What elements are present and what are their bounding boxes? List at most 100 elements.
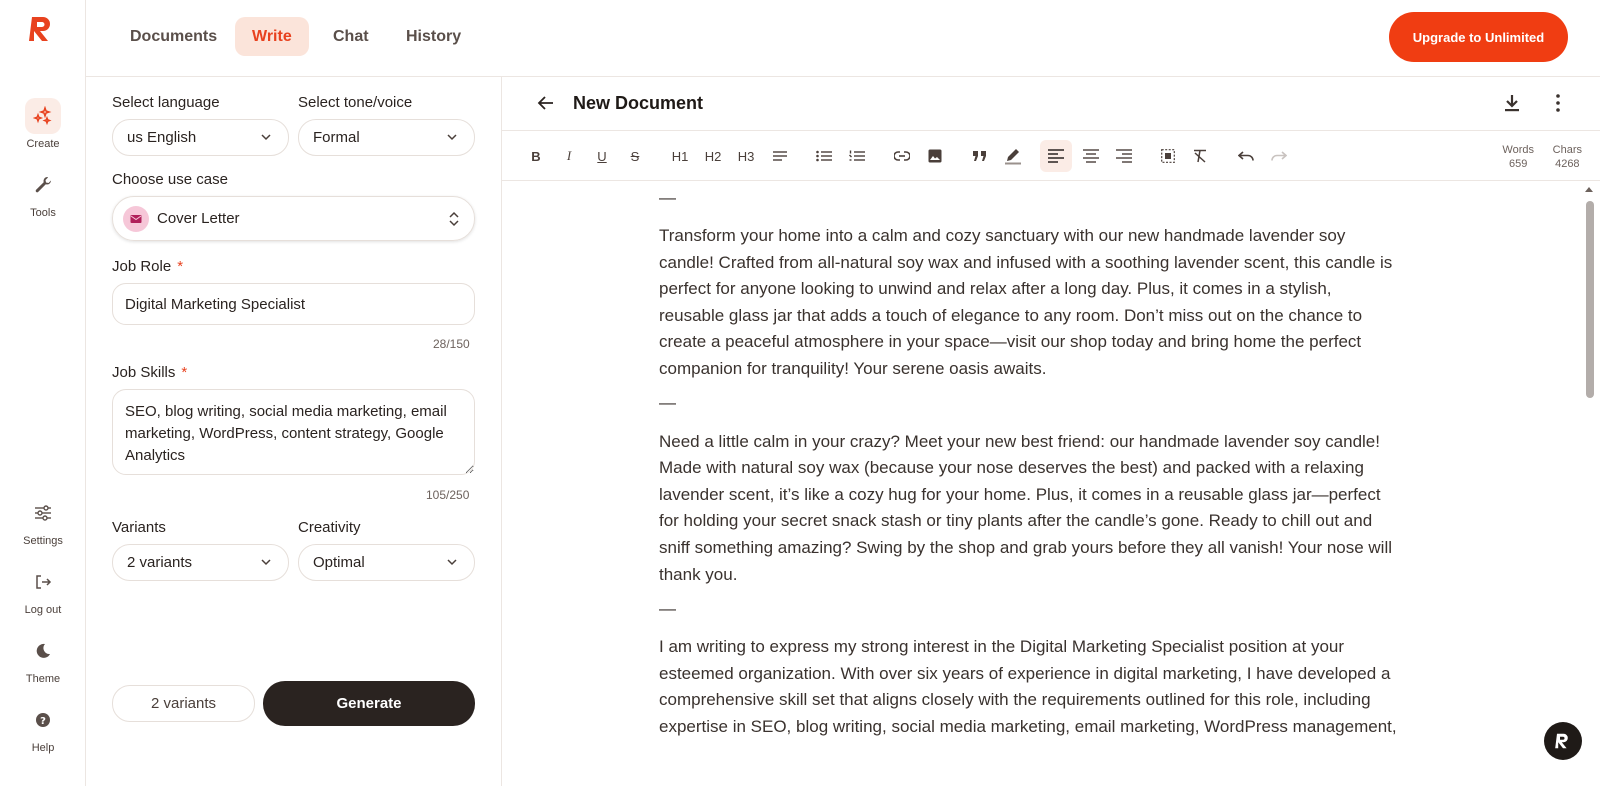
document-title: New Document — [573, 93, 704, 113]
envelope-icon — [123, 205, 149, 232]
language-label: Select language — [112, 94, 220, 111]
job-skills-label-text: Job Skills — [112, 364, 176, 381]
words-count: Words 659 — [1502, 143, 1534, 171]
bullet-list-icon[interactable] — [810, 142, 838, 170]
rail-label-logout: Log out — [24, 604, 62, 616]
tab-history[interactable]: History — [389, 17, 478, 56]
variants-count-pill[interactable]: 2 variants — [112, 685, 255, 722]
chevron-down-icon — [447, 559, 457, 566]
job-skills-label: Job Skills * — [112, 364, 187, 381]
usecase-label: Choose use case — [112, 171, 228, 188]
job-skills-textarea[interactable]: SEO, blog writing, social media marketin… — [112, 389, 475, 475]
numbered-list-icon[interactable] — [843, 142, 871, 170]
rail-label-theme: Theme — [25, 673, 61, 685]
separator: — — [659, 187, 676, 207]
link-icon[interactable] — [888, 142, 916, 170]
rail-label-create: Create — [26, 138, 60, 150]
help-icon: ? — [25, 702, 61, 738]
tab-documents[interactable]: Documents — [113, 17, 234, 56]
document-body[interactable]: — Transform your home into a calm and co… — [659, 181, 1399, 786]
rail-label-tools: Tools — [30, 207, 56, 219]
tone-label: Select tone/voice — [298, 94, 413, 111]
top-bar: Documents Write Chat History Upgrade to … — [86, 0, 1600, 77]
rail-item-theme[interactable]: Theme — [0, 633, 86, 685]
wrench-icon — [25, 167, 61, 203]
language-value: us English — [127, 129, 197, 146]
sliders-icon — [25, 495, 61, 531]
variants-label: Variants — [112, 519, 166, 536]
italic-button[interactable]: I — [555, 142, 583, 170]
sparkle-icon — [25, 98, 61, 134]
usecase-value: Cover Letter — [157, 210, 240, 227]
tone-select[interactable]: Formal — [298, 119, 475, 156]
redo-icon[interactable] — [1265, 142, 1293, 170]
clear-format-icon[interactable] — [1187, 142, 1215, 170]
chars-label: Chars — [1552, 144, 1582, 156]
creativity-select[interactable]: Optimal — [298, 544, 475, 581]
variants-select[interactable]: 2 variants — [112, 544, 289, 581]
generate-button[interactable]: Generate — [263, 681, 475, 726]
rail-label-help: Help — [31, 742, 55, 754]
job-role-label-text: Job Role — [112, 258, 172, 275]
paragraph: Need a little calm in your crazy? Meet y… — [659, 431, 1393, 584]
usecase-select[interactable]: Cover Letter — [112, 196, 475, 241]
more-vertical-icon[interactable] — [1554, 93, 1562, 113]
rail-item-logout[interactable]: Log out — [0, 564, 86, 616]
language-select[interactable]: us English — [112, 119, 289, 156]
moon-icon — [25, 633, 61, 669]
write-form-panel: Select language Select tone/voice us Eng… — [86, 77, 502, 786]
rail-item-tools[interactable]: Tools — [0, 167, 86, 219]
highlight-pen-icon[interactable] — [999, 142, 1027, 170]
left-rail: Create Tools Settings Log out Theme ? He… — [0, 0, 86, 786]
svg-text:?: ? — [40, 716, 46, 727]
chevron-down-icon — [447, 134, 457, 141]
scrollbar-thumb[interactable] — [1586, 201, 1594, 398]
back-arrow-icon[interactable] — [536, 93, 556, 113]
heading3-button[interactable]: H3 — [732, 142, 760, 170]
scroll-up-arrow-icon[interactable] — [1584, 185, 1594, 193]
strikethrough-button[interactable]: S — [621, 142, 649, 170]
words-label: Words — [1502, 144, 1534, 156]
document-editor: New Document B I U S H1 H2 H3 Words 659 C… — [502, 77, 1600, 786]
app-logo-icon — [1555, 733, 1568, 749]
quote-icon[interactable] — [966, 142, 994, 170]
heading2-button[interactable]: H2 — [699, 142, 727, 170]
paragraph-icon[interactable] — [766, 142, 794, 170]
chevron-down-icon — [261, 134, 271, 141]
align-right-icon[interactable] — [1110, 142, 1138, 170]
upgrade-button[interactable]: Upgrade to Unlimited — [1389, 12, 1568, 62]
download-icon[interactable] — [1502, 93, 1522, 113]
separator: — — [659, 598, 676, 618]
underline-button[interactable]: U — [588, 142, 616, 170]
undo-icon[interactable] — [1232, 142, 1260, 170]
align-center-icon[interactable] — [1077, 142, 1105, 170]
paragraph: I am writing to express my strong intere… — [659, 637, 1397, 736]
tab-chat[interactable]: Chat — [316, 17, 386, 56]
select-all-icon[interactable] — [1154, 142, 1182, 170]
job-role-input[interactable] — [112, 283, 475, 325]
creativity-value: Optimal — [313, 554, 365, 571]
required-mark: * — [177, 258, 184, 275]
required-mark: * — [181, 364, 188, 381]
chars-count: Chars 4268 — [1553, 143, 1582, 171]
document-header: New Document — [502, 77, 1600, 131]
rail-label-settings: Settings — [23, 535, 63, 547]
image-icon[interactable] — [921, 142, 949, 170]
job-role-counter: 28/150 — [433, 337, 470, 351]
rail-item-settings[interactable]: Settings — [0, 495, 86, 547]
chevron-down-icon — [261, 559, 271, 566]
job-role-label: Job Role * — [112, 258, 183, 275]
align-left-icon[interactable] — [1040, 140, 1072, 172]
chars-value: 4268 — [1555, 158, 1580, 170]
rail-item-help[interactable]: ? Help — [0, 702, 86, 754]
assistant-fab[interactable] — [1544, 722, 1582, 760]
paragraph: Transform your home into a calm and cozy… — [659, 226, 1393, 378]
variants-value: 2 variants — [127, 554, 193, 571]
tab-write[interactable]: Write — [235, 17, 309, 56]
bold-button[interactable]: B — [522, 142, 550, 170]
rail-item-create[interactable]: Create — [0, 98, 86, 150]
app-logo-icon[interactable] — [27, 14, 57, 44]
chevron-updown-icon — [449, 211, 459, 227]
heading1-button[interactable]: H1 — [666, 142, 694, 170]
job-skills-counter: 105/250 — [426, 488, 470, 502]
